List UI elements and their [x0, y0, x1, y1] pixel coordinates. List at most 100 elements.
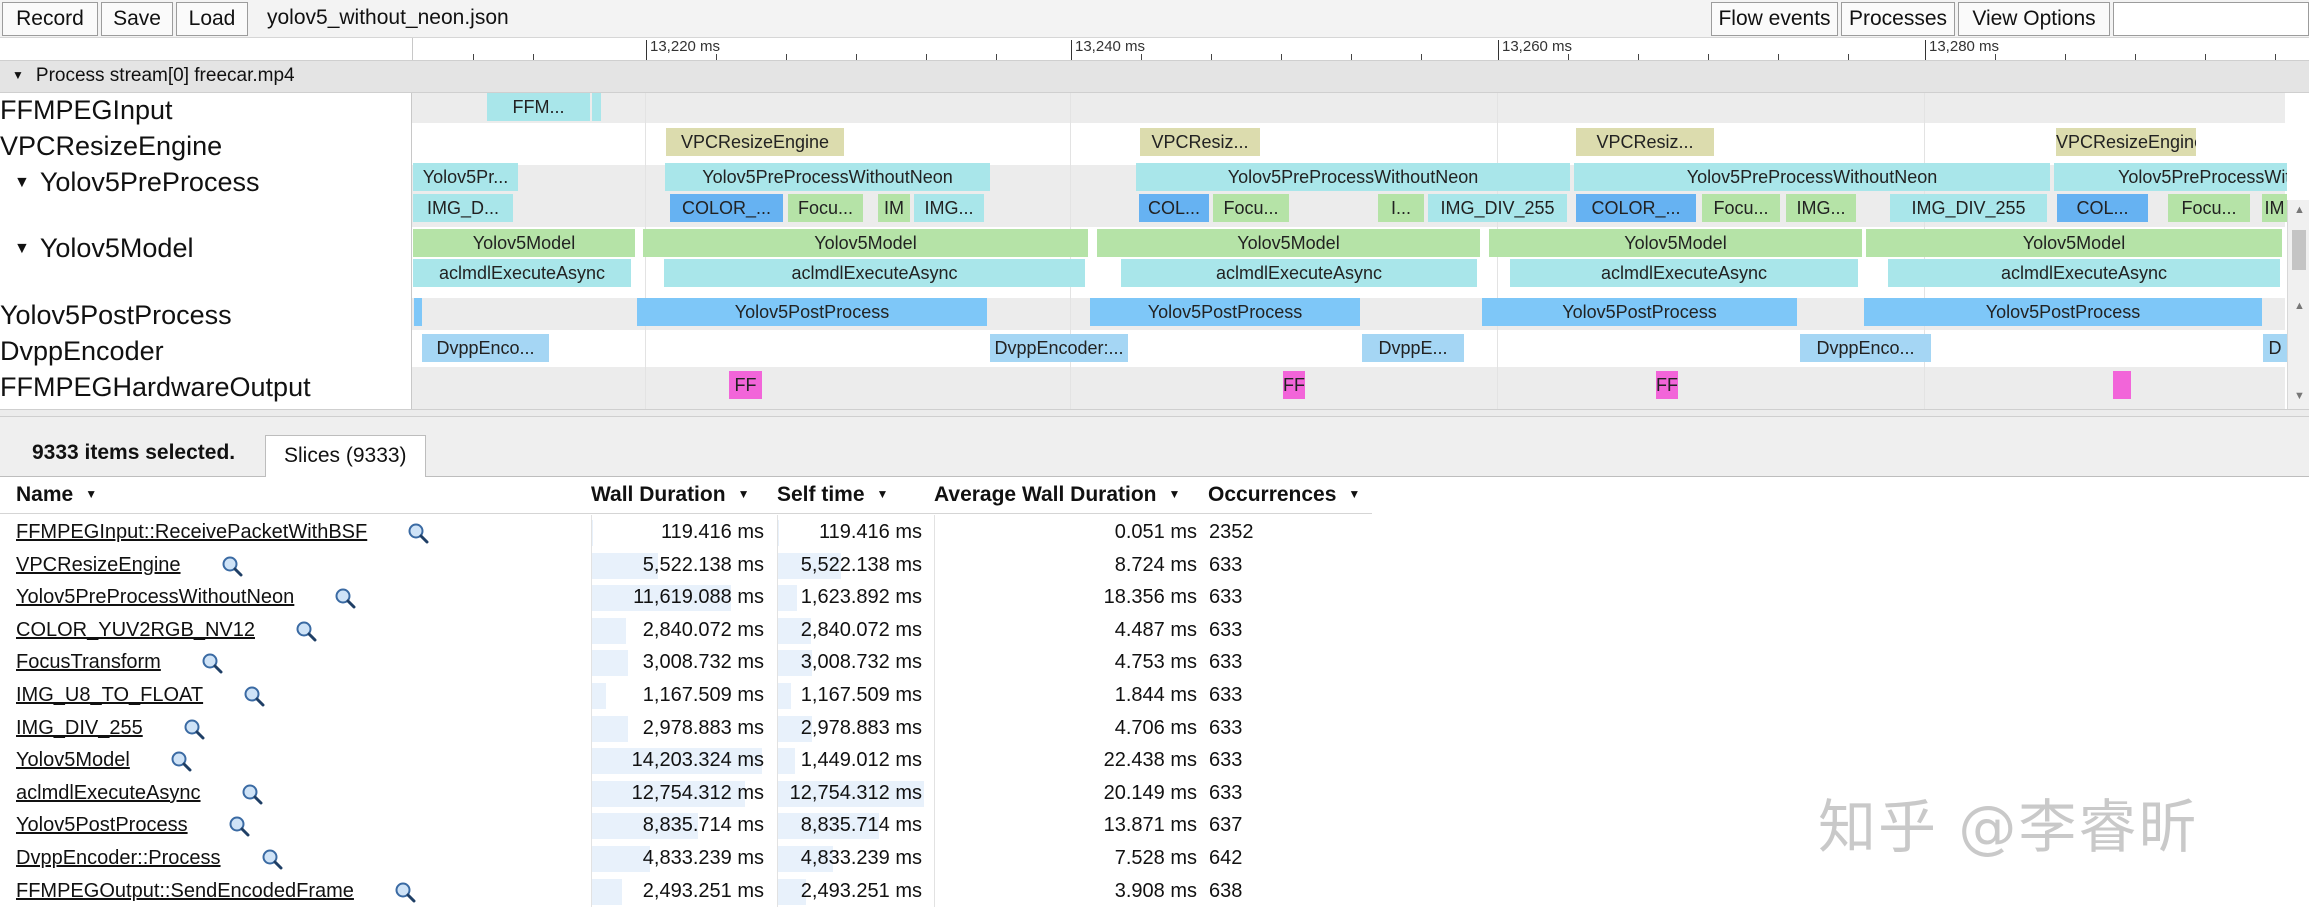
slice-img-u8[interactable]: IM — [878, 194, 910, 222]
column-header-average-wall-duration[interactable]: Average Wall Duration ▼ — [934, 483, 1180, 507]
slice-name-link[interactable]: Yolov5PreProcessWithoutNeon — [16, 582, 294, 614]
slice-preprocess[interactable]: Yolov5Pr... — [413, 163, 518, 191]
search-icon[interactable] — [243, 685, 265, 707]
slice-model[interactable]: Yolov5Model — [1097, 229, 1480, 257]
slice-vpc-resize[interactable]: VPCResiz... — [1576, 128, 1714, 156]
slice-ffmpeg-input[interactable] — [592, 93, 601, 121]
slice-color-convert[interactable]: COLOR_... — [670, 194, 783, 222]
search-icon[interactable] — [295, 620, 317, 642]
slice-name-link[interactable]: FFMPEGOutput::SendEncodedFrame — [16, 876, 354, 908]
search-icon[interactable] — [394, 881, 416, 903]
expand-triangle-icon[interactable]: ▼ — [14, 174, 30, 191]
slice-name-link[interactable]: aclmdlExecuteAsync — [16, 778, 201, 810]
column-header-occurrences[interactable]: Occurrences ▼ — [1208, 483, 1360, 507]
slice-model[interactable]: Yolov5Model — [413, 229, 635, 257]
scroll-down-icon[interactable]: ▼ — [2294, 390, 2305, 402]
column-header-self-time[interactable]: Self time ▼ — [777, 483, 888, 507]
slice-img-u8[interactable]: IMG... — [1786, 194, 1856, 222]
slice-ffmpeg-output[interactable]: FF — [1283, 371, 1305, 399]
slice-dvpp-encoder[interactable]: DvppE... — [1362, 334, 1464, 362]
slice-postprocess[interactable] — [414, 298, 422, 326]
panel-resize-divider[interactable] — [0, 409, 2309, 417]
table-row[interactable]: IMG_U8_TO_FLOAT 1,167.509 ms 1,167.509 ms 1… — [0, 680, 1372, 712]
table-row[interactable]: FFMPEGInput::ReceivePacketWithBSF 119.416… — [0, 517, 1372, 549]
expand-triangle-icon[interactable]: ▼ — [14, 240, 30, 257]
search-icon[interactable] — [228, 815, 250, 837]
table-row[interactable]: Yolov5PreProcessWithoutNeon 11,619.088 ms… — [0, 582, 1372, 614]
track-label-model[interactable]: ▼ Yolov5Model — [0, 233, 193, 264]
timeline-scrollbar[interactable]: ▲ ▲ ▼ — [2287, 200, 2309, 409]
slice-postprocess[interactable]: Yolov5PostProcess — [637, 298, 987, 326]
slice-ffmpeg-output[interactable]: FF — [1656, 371, 1678, 399]
search-icon[interactable] — [221, 555, 243, 577]
slice-name-link[interactable]: FFMPEGInput::ReceivePacketWithBSF — [16, 517, 367, 549]
slice-dvpp-encoder[interactable]: DvppEnco... — [1800, 334, 1931, 362]
table-row[interactable]: Yolov5PostProcess 8,835.714 ms 8,835.714 m… — [0, 810, 1372, 842]
slice-ffmpeg-output[interactable] — [2113, 371, 2131, 399]
slice-img-div[interactable]: IMG_DIV_255 — [1428, 194, 1567, 222]
slice-model[interactable]: Yolov5Model — [1866, 229, 2282, 257]
slice-preprocess[interactable]: Yolov5PreProcessWitho — [2054, 163, 2287, 191]
table-row[interactable]: COLOR_YUV2RGB_NV12 2,840.072 ms 2,840.072 … — [0, 615, 1372, 647]
time-ruler[interactable]: 13,220 ms 13,240 ms 13,260 ms 13,280 ms — [412, 38, 2309, 60]
search-icon[interactable] — [261, 848, 283, 870]
search-icon[interactable] — [201, 652, 223, 674]
slice-focus-transform[interactable]: Focu... — [788, 194, 863, 222]
search-icon[interactable] — [170, 750, 192, 772]
process-header[interactable]: ▼ Process stream[0] freecar.mp4 — [0, 60, 2309, 93]
process-title[interactable]: ▼ Process stream[0] freecar.mp4 — [12, 65, 295, 87]
slice-ffmpeg-input[interactable]: FFM... — [487, 93, 590, 121]
table-row[interactable]: Yolov5Model 14,203.324 ms 1,449.012 ms 22.4… — [0, 745, 1372, 777]
slice-focus-transform[interactable]: Focu... — [1702, 194, 1780, 222]
slice-preprocess[interactable]: Yolov5PreProcessWithoutNeon — [1574, 163, 2050, 191]
track-label-ffmpeg-input[interactable]: FFMPEGInput — [0, 95, 173, 126]
track-label-dvpp[interactable]: DvppEncoder — [0, 336, 164, 367]
slice-focus-transform[interactable]: Focu... — [2168, 194, 2250, 222]
slice-img-div[interactable]: IMG_D... — [413, 194, 513, 222]
flow-events-button[interactable]: Flow events — [1711, 2, 1838, 36]
slice-vpc-resize[interactable]: VPCResizeEngine — [2056, 128, 2196, 156]
slice-img-u8[interactable]: I... — [1378, 194, 1424, 222]
slice-acl-execute[interactable]: aclmdlExecuteAsync — [413, 259, 631, 287]
slice-preprocess[interactable]: Yolov5PreProcessWithoutNeon — [1136, 163, 1570, 191]
table-row[interactable]: VPCResizeEngine 5,522.138 ms 5,522.138 ms 8… — [0, 550, 1372, 582]
slice-focus-transform[interactable]: Focu... — [1213, 194, 1289, 222]
slice-img-div[interactable]: IMG... — [914, 194, 984, 222]
track-label-preprocess[interactable]: ▼ Yolov5PreProcess — [0, 167, 259, 198]
table-row[interactable]: FocusTransform 3,008.732 ms 3,008.732 ms 4.… — [0, 647, 1372, 679]
table-row[interactable]: FFMPEGOutput::SendEncodedFrame 2,493.251 … — [0, 876, 1372, 908]
slice-acl-execute[interactable]: aclmdlExecuteAsync — [1121, 259, 1477, 287]
slice-name-link[interactable]: COLOR_YUV2RGB_NV12 — [16, 615, 255, 647]
search-icon[interactable] — [241, 783, 263, 805]
record-button[interactable]: Record — [2, 2, 98, 36]
slice-color-convert[interactable]: COLOR_... — [1576, 194, 1696, 222]
slice-dvpp-encoder[interactable]: DvppEncoder:... — [990, 334, 1128, 362]
tab-slices[interactable]: Slices (9333) — [265, 435, 426, 477]
slice-preprocess[interactable]: Yolov5PreProcessWithoutNeon — [665, 163, 990, 191]
load-button[interactable]: Load — [176, 2, 248, 36]
slice-postprocess[interactable]: Yolov5PostProcess — [1864, 298, 2262, 326]
save-button[interactable]: Save — [101, 2, 173, 36]
slice-acl-execute[interactable]: aclmdlExecuteAsync — [1510, 259, 1858, 287]
slice-acl-execute[interactable]: aclmdlExecuteAsync — [1888, 259, 2280, 287]
slice-color-convert[interactable]: COL... — [1139, 194, 1209, 222]
collapse-triangle-icon[interactable]: ▼ — [12, 68, 24, 82]
slice-name-link[interactable]: Yolov5PostProcess — [16, 810, 188, 842]
view-options-button[interactable]: View Options — [1958, 2, 2110, 36]
slice-name-link[interactable]: VPCResizeEngine — [16, 550, 181, 582]
slice-postprocess[interactable]: Yolov5PostProcess — [1482, 298, 1797, 326]
column-header-name[interactable]: Name ▼ — [16, 483, 97, 507]
scrollbar-thumb[interactable] — [2292, 230, 2306, 270]
scroll-up-icon[interactable]: ▲ — [2294, 204, 2305, 216]
slice-dvpp-encoder[interactable]: DvppEnco... — [422, 334, 549, 362]
table-row[interactable]: aclmdlExecuteAsync 12,754.312 ms 12,754.31… — [0, 778, 1372, 810]
slice-name-link[interactable]: FocusTransform — [16, 647, 161, 679]
slice-color-convert[interactable]: COL... — [2057, 194, 2148, 222]
slice-model[interactable]: Yolov5Model — [1489, 229, 1862, 257]
search-icon[interactable] — [334, 587, 356, 609]
slice-img-div[interactable]: IMG_DIV_255 — [1890, 194, 2047, 222]
slice-name-link[interactable]: IMG_DIV_255 — [16, 713, 143, 745]
slice-name-link[interactable]: IMG_U8_TO_FLOAT — [16, 680, 203, 712]
track-label-postprocess[interactable]: Yolov5PostProcess — [0, 300, 232, 331]
slice-dvpp-encoder[interactable]: D — [2263, 334, 2287, 362]
